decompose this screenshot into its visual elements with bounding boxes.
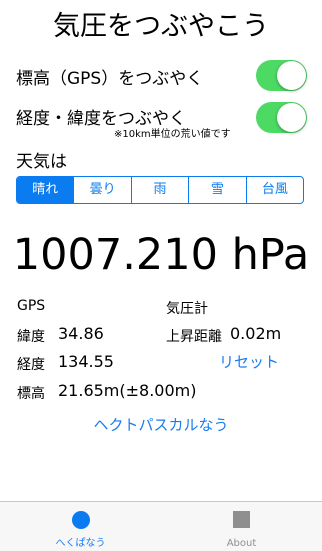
circle-icon xyxy=(72,511,90,529)
weather-option-sunny[interactable]: 晴れ xyxy=(17,177,74,203)
toggle-knob xyxy=(277,103,306,132)
latitude-label: 緯度 xyxy=(17,329,45,345)
rise-distance-value: 0.02m xyxy=(230,324,282,343)
reset-button[interactable]: リセット xyxy=(219,351,279,372)
tab-about[interactable]: About xyxy=(161,502,322,551)
tab-home-label: へくぱなう xyxy=(55,538,106,549)
rise-distance-label: 上昇距離 xyxy=(166,329,222,345)
gps-header: GPS xyxy=(17,298,46,314)
weather-option-snow[interactable]: 雪 xyxy=(188,177,245,203)
gps-altitude-label: 標高（GPS）をつぶやく xyxy=(16,69,204,89)
longitude-label: 経度 xyxy=(17,357,45,373)
barometer-header: 気圧計 xyxy=(166,301,208,317)
post-pressure-button[interactable]: ヘクトパスカルなう xyxy=(0,414,322,435)
page-title: 気圧をつぶやこう xyxy=(53,11,269,42)
weather-option-rain[interactable]: 雨 xyxy=(130,177,188,203)
latlng-toggle[interactable] xyxy=(256,102,307,133)
latlng-note: ※10km単位の荒い値です xyxy=(114,129,231,140)
weather-label: 天気は xyxy=(16,152,67,172)
tab-about-label: About xyxy=(226,538,257,549)
weather-option-cloudy[interactable]: 曇り xyxy=(73,177,130,203)
altitude-value: 21.65m(±8.00m) xyxy=(58,381,197,400)
pressure-value: 1007.210 hPa xyxy=(12,230,310,280)
toggle-knob xyxy=(277,61,306,90)
tab-home[interactable]: へくぱなう xyxy=(0,502,161,551)
latitude-value: 34.86 xyxy=(58,324,104,343)
weather-option-typhoon[interactable]: 台風 xyxy=(245,177,303,203)
gps-altitude-toggle[interactable] xyxy=(256,60,307,91)
weather-segmented-control: 晴れ 曇り 雨 雪 台風 xyxy=(16,176,304,204)
tab-bar: へくぱなう About xyxy=(0,501,322,551)
longitude-value: 134.55 xyxy=(58,352,114,371)
altitude-label: 標高 xyxy=(17,386,45,402)
square-icon xyxy=(233,511,250,528)
